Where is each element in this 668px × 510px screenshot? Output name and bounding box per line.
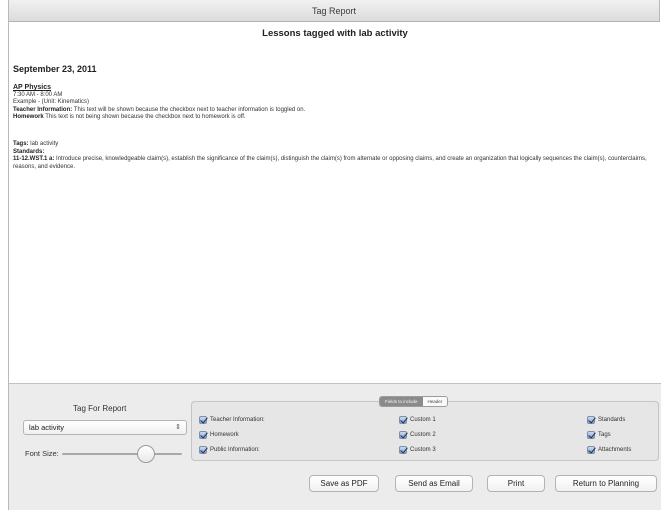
lesson-example: Example - (Unit: Kinematics) xyxy=(13,99,90,106)
checkbox-checked-icon xyxy=(199,446,207,454)
tab-header[interactable]: Header xyxy=(422,397,448,406)
checkbox-checked-icon xyxy=(399,431,407,439)
teacher-info-text: This text will be shown because the chec… xyxy=(72,106,306,113)
checkbox-attachments[interactable]: Attachments xyxy=(587,446,631,454)
checkbox-checked-icon xyxy=(199,431,207,439)
send-as-email-button[interactable]: Send as Email xyxy=(395,475,473,492)
checkbox-checked-icon xyxy=(399,416,407,424)
homework-text: This text is not being shown because the… xyxy=(43,114,246,121)
homework-label: Homework xyxy=(13,114,44,121)
report-heading: Lessons tagged with lab activity xyxy=(262,28,408,39)
standards-label: Standards: xyxy=(13,148,45,155)
checkbox-checked-icon xyxy=(399,446,407,454)
checkbox-tags[interactable]: Tags xyxy=(587,431,611,439)
print-button[interactable]: Print xyxy=(487,475,545,492)
up-down-stepper-icon: ⇕ xyxy=(175,424,181,431)
tag-select-value: lab activity xyxy=(29,423,65,432)
standard-line: 11-12.WST.1 a: Introduce precise, knowle… xyxy=(13,156,657,171)
return-to-planning-button[interactable]: Return to Planning xyxy=(555,475,657,492)
font-size-slider[interactable] xyxy=(62,453,182,455)
window-title: Tag Report xyxy=(9,0,659,22)
checkbox-public-information[interactable]: Public Information: xyxy=(199,446,260,454)
report-date: September 23, 2011 xyxy=(13,64,97,74)
standard-code: 11-12.WST.1 a: xyxy=(13,156,55,163)
checkbox-checked-icon xyxy=(199,416,207,424)
checkbox-custom-2[interactable]: Custom 2 xyxy=(399,431,436,439)
teacher-info-line: Teacher Information: This text will be s… xyxy=(13,107,305,115)
fields-header-segmented-control[interactable]: Fields to include Header xyxy=(379,396,449,407)
checkbox-standards[interactable]: Standards xyxy=(587,416,625,424)
teacher-info-label: Teacher Information: xyxy=(13,106,73,113)
homework-line: Homework This text is not being shown be… xyxy=(13,114,305,122)
report-preview[interactable]: Lessons tagged with lab activity Septemb… xyxy=(9,22,661,384)
font-size-label: Font Size: xyxy=(25,449,59,458)
standard-text: Introduce precise, knowledgeable claim(s… xyxy=(13,156,647,170)
font-size-slider-knob[interactable] xyxy=(137,445,155,463)
tags-value: lab activity xyxy=(28,141,59,147)
course-title: AP Physics xyxy=(13,84,52,91)
checkbox-homework[interactable]: Homework xyxy=(199,431,239,439)
save-as-pdf-button[interactable]: Save as PDF xyxy=(309,475,379,492)
tags-label: Tags: xyxy=(13,141,29,147)
tag-select[interactable]: lab activity ⇕ xyxy=(23,420,187,435)
tag-report-window: Tag Report Lessons tagged with lab activ… xyxy=(8,0,661,510)
checkbox-checked-icon xyxy=(587,416,595,424)
lesson-time: 7:30 AM - 8:00 AM xyxy=(13,91,63,98)
checkbox-checked-icon xyxy=(587,446,595,454)
tags-line: Tags: lab activity xyxy=(13,141,657,149)
tags-standards-block: Tags: lab activity Standards: 11-12.WST.… xyxy=(13,141,657,171)
tab-fields-to-include[interactable]: Fields to include xyxy=(380,397,423,406)
checkbox-teacher-information[interactable]: Teacher Information: xyxy=(199,416,265,424)
lesson-entry: AP Physics 7:30 AM - 8:00 AM Example - (… xyxy=(13,84,305,122)
checkbox-checked-icon xyxy=(587,431,595,439)
tag-for-report-label: Tag For Report xyxy=(73,404,127,413)
checkbox-custom-3[interactable]: Custom 3 xyxy=(399,446,436,454)
checkbox-custom-1[interactable]: Custom 1 xyxy=(399,416,436,424)
